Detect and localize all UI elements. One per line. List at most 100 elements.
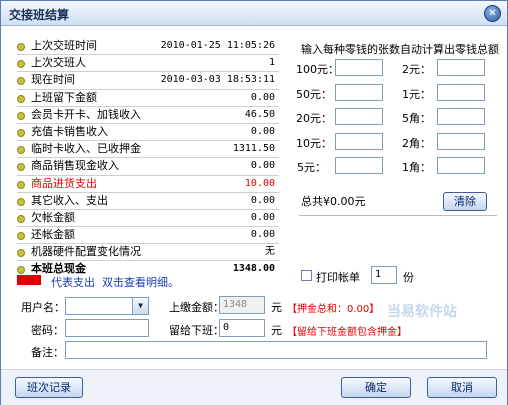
divider (299, 215, 497, 216)
summary-row[interactable]: 现在时间 2010-03-03 18:53:11 (17, 72, 279, 90)
summary-row[interactable]: 商品进货支出 10.00 (17, 176, 279, 193)
summary-value: 0.00 (250, 160, 275, 172)
calculator-title: 输入每种零钱的张数自动计算出零钱总额 (301, 43, 499, 56)
denomination-label: 1角： (402, 161, 431, 174)
summary-label: 会员卡开卡、加钱收入 (31, 107, 141, 121)
denomination-label: 2角： (402, 137, 431, 150)
denomination-label: 10元： (296, 137, 332, 150)
note-input[interactable] (65, 341, 487, 359)
summary-row[interactable]: 临时卡收入、已收押金 1311.50 (17, 141, 279, 159)
summary-value: 1348.00 (232, 263, 275, 275)
denomination-count-input[interactable] (335, 84, 383, 101)
print-checkbox[interactable] (301, 270, 312, 281)
bullet-icon (17, 197, 25, 206)
summary-value: 0.00 (250, 229, 275, 241)
denomination-label: 100元： (296, 63, 339, 76)
summary-label: 商品销售现金收入 (31, 159, 119, 173)
summary-label: 临时卡收入、已收押金 (31, 142, 141, 156)
summary-row[interactable]: 机器硬件配置变化情况 无 (17, 244, 279, 262)
denomination-label: 20元： (296, 112, 332, 125)
summary-label: 机器硬件配置变化情况 (31, 245, 141, 259)
summary-value: 2010-01-25 11:05:26 (160, 40, 275, 51)
print-copies-input[interactable]: 1 (371, 266, 397, 284)
ok-button[interactable]: 确定 (341, 377, 411, 398)
summary-value: 10.00 (244, 177, 275, 189)
payment-input[interactable]: 1348 (219, 296, 265, 314)
title-bar: 交接班结算 ✕ (1, 1, 507, 26)
bullet-icon (17, 128, 25, 137)
summary-value: 无 (265, 246, 275, 258)
summary-row[interactable]: 上次交班人 1 (17, 55, 279, 73)
chevron-down-icon[interactable]: ▼ (132, 298, 148, 314)
summary-value: 0.00 (250, 194, 275, 206)
denomination-count-input[interactable] (437, 84, 485, 101)
denomination-label: 50元： (296, 88, 332, 101)
summary-row[interactable]: 商品销售现金收入 0.00 (17, 158, 279, 176)
keep-input[interactable]: 0 (219, 319, 265, 337)
summary-row[interactable]: 欠帐金额 0.00 (17, 210, 279, 228)
bullet-icon (17, 146, 25, 155)
keep-unit: 元 (271, 324, 282, 337)
denomination-count-input[interactable] (437, 108, 485, 125)
bullet-icon (17, 249, 25, 258)
denomination-count-input[interactable] (335, 157, 383, 174)
summary-label: 还帐金额 (31, 228, 75, 242)
bullet-icon (17, 94, 25, 103)
denomination-count-input[interactable] (437, 157, 485, 174)
denomination-count-input[interactable] (335, 108, 383, 125)
summary-list: 上次交班时间 2010-01-25 11:05:26 上次交班人 1 现在时间 2010-… (17, 38, 279, 278)
print-unit: 份 (403, 271, 414, 284)
summary-label: 上班留下金额 (31, 90, 97, 104)
shift-records-button[interactable]: 班次记录 (15, 377, 83, 398)
keep-hint: 【留给下班金额包含押金】 (287, 327, 407, 338)
bullet-icon (17, 60, 25, 69)
denomination-label: 2元： (402, 63, 431, 76)
bullet-icon (17, 163, 25, 172)
denomination-count-input[interactable] (437, 133, 485, 150)
keep-label: 留给下班： (169, 324, 224, 337)
cancel-button[interactable]: 取消 (427, 377, 497, 398)
bullet-icon (17, 43, 25, 51)
denomination-count-input[interactable] (437, 59, 485, 76)
denomination-label: 5元： (297, 161, 326, 174)
print-label: 打印帐单 (316, 271, 360, 284)
username-label: 用户名： (21, 301, 65, 314)
summary-label: 商品进货支出 (31, 176, 97, 190)
summary-value: 0.00 (250, 211, 275, 223)
summary-row[interactable]: 还帐金额 0.00 (17, 227, 279, 245)
summary-label: 上次交班人 (31, 56, 86, 70)
summary-label: 充值卡销售收入 (31, 124, 108, 138)
username-select[interactable]: ▼ (65, 297, 149, 315)
legend-text: 代表支出 双击查看明细。 (51, 276, 179, 289)
bullet-icon (17, 214, 25, 223)
expense-color-swatch (17, 275, 41, 285)
denomination-count-input[interactable] (335, 133, 383, 150)
summary-value: 1311.50 (232, 143, 275, 155)
bullet-icon (17, 232, 25, 241)
password-field[interactable] (65, 319, 149, 337)
bullet-icon (17, 111, 25, 120)
bullet-icon (17, 266, 25, 275)
summary-row[interactable]: 上班留下金额 0.00 (17, 90, 279, 107)
summary-row[interactable]: 其它收入、支出 0.00 (17, 193, 279, 210)
summary-label: 现在时间 (31, 73, 75, 87)
summary-value: 0.00 (250, 125, 275, 137)
deposit-hint: 【押金总和：0.00】 (287, 304, 380, 315)
settlement-window: 交接班结算 ✕ 上次交班时间 2010-01-25 11:05:26 上次交班人 1 现… (0, 0, 508, 405)
summary-row[interactable]: 充值卡销售收入 0.00 (17, 124, 279, 142)
summary-label: 其它收入、支出 (31, 193, 108, 207)
denomination-label: 5角： (402, 112, 431, 125)
window-title: 交接班结算 (9, 8, 70, 22)
clear-button[interactable]: 清除 (443, 192, 487, 211)
change-total: 总共¥0.00元 (301, 195, 366, 208)
summary-label: 上次交班时间 (31, 39, 97, 52)
close-icon[interactable]: ✕ (484, 5, 501, 22)
password-label: 密码： (31, 324, 64, 337)
summary-row[interactable]: 上次交班时间 2010-01-25 11:05:26 (17, 38, 279, 56)
watermark: 当易软件站 (387, 304, 457, 320)
denomination-label: 1元： (402, 88, 431, 101)
summary-row[interactable]: 会员卡开卡、加钱收入 46.50 (17, 107, 279, 124)
denomination-count-input[interactable] (335, 59, 383, 76)
summary-value: 0.00 (250, 91, 275, 103)
footer-bar: 班次记录 确定 取消 (1, 369, 507, 405)
